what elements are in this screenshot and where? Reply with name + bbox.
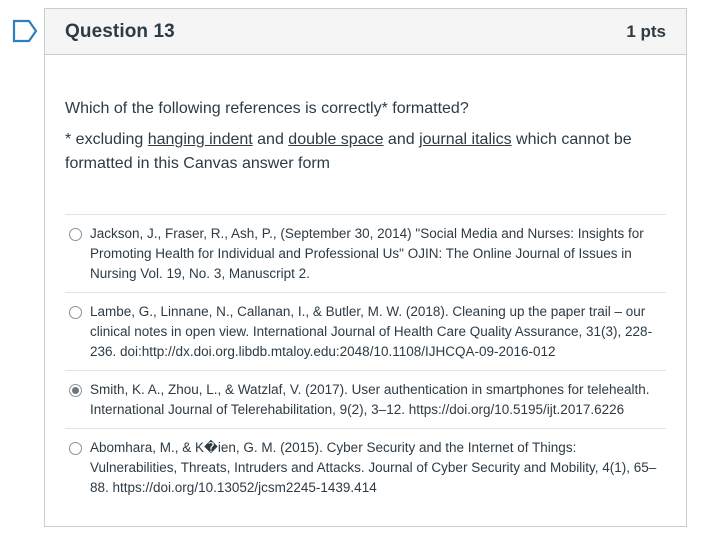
question-title: Question 13: [65, 20, 175, 42]
note-term-hanging-indent: hanging indent: [147, 131, 253, 148]
note-text: and: [252, 131, 289, 148]
question-body: Which of the following references is cor…: [45, 98, 686, 506]
answer-option-4[interactable]: Abomhara, M., & K�ien, G. M. (2015). Cyb…: [65, 428, 666, 506]
radio-button[interactable]: [69, 384, 82, 397]
question-points: 1 pts: [626, 21, 666, 41]
answer-text: Lambe, G., Linnane, N., Callanan, I., & …: [90, 304, 653, 359]
answer-option-1[interactable]: Jackson, J., Fraser, R., Ash, P., (Septe…: [65, 214, 666, 292]
question-note: * excluding hanging indent and double sp…: [65, 128, 645, 176]
question-card: Question 13 1 pts Which of the following…: [44, 8, 687, 527]
radio-button[interactable]: [69, 442, 82, 455]
answer-text: Abomhara, M., & K�ien, G. M. (2015). Cyb…: [90, 440, 657, 495]
radio-button[interactable]: [69, 228, 82, 241]
note-term-double-space: double space: [288, 131, 384, 148]
question-header: Question 13 1 pts: [45, 9, 686, 55]
answer-list: Jackson, J., Fraser, R., Ash, P., (Septe…: [65, 214, 666, 506]
radio-button[interactable]: [69, 306, 82, 319]
question-prompt: Which of the following references is cor…: [65, 100, 469, 117]
answer-text: Jackson, J., Fraser, R., Ash, P., (Septe…: [90, 226, 644, 281]
answer-option-3[interactable]: Smith, K. A., Zhou, L., & Watzlaf, V. (2…: [65, 370, 666, 428]
flag-question-icon[interactable]: [12, 19, 38, 43]
answer-text: Smith, K. A., Zhou, L., & Watzlaf, V. (2…: [90, 382, 650, 417]
answer-option-2[interactable]: Lambe, G., Linnane, N., Callanan, I., & …: [65, 292, 666, 370]
note-term-journal-italics: journal italics: [419, 131, 512, 148]
note-text: * excluding: [65, 131, 148, 148]
note-text: and: [383, 131, 420, 148]
